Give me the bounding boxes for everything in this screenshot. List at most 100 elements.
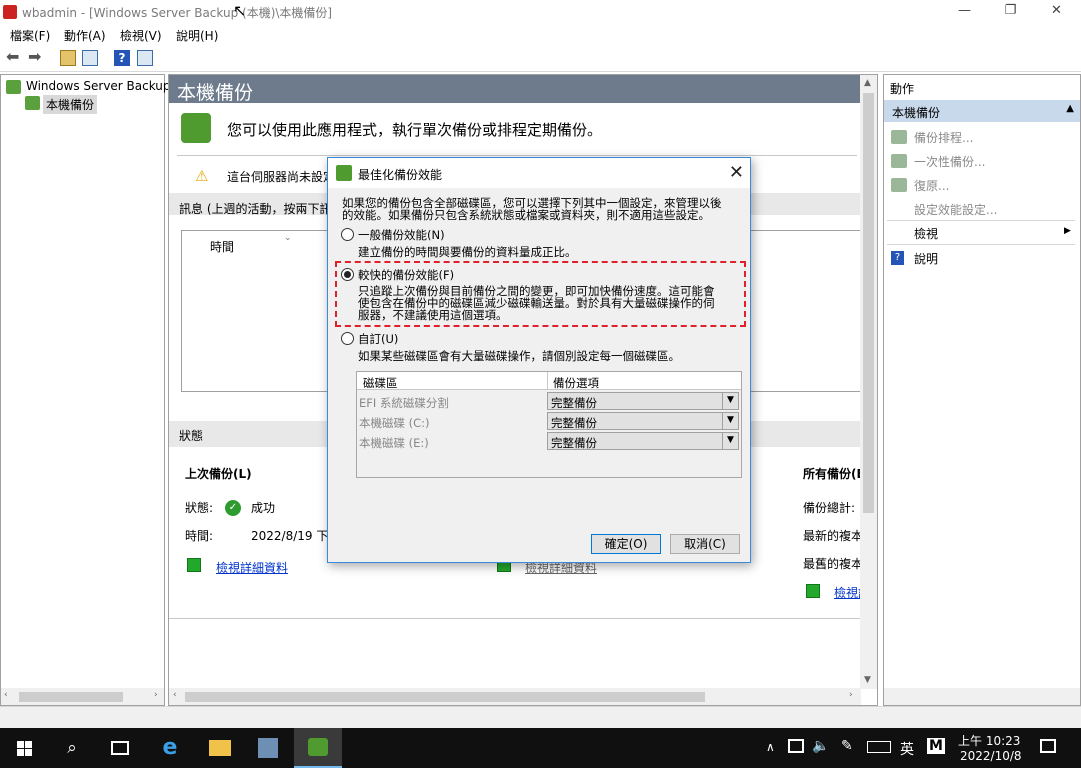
arrow-right-icon [187, 558, 201, 572]
last-backup-title: 上次備份(L) [185, 467, 252, 481]
ok-button[interactable]: 確定(O) [591, 534, 661, 554]
center-hscrollbar[interactable]: ‹ › [169, 688, 861, 705]
clock-date[interactable]: 2022/10/8 [960, 749, 1022, 763]
grid-col-volume: 磁碟區 [363, 376, 398, 390]
server-backup-icon [6, 80, 21, 94]
taskbar: ⌕ e ∧ 🔈 ✎ 英 M 上午 10:23 2022/10/8 [0, 728, 1081, 768]
volume-muted-icon[interactable]: 🔈 [812, 738, 829, 754]
page-title: 本機備份 [169, 75, 861, 104]
ime-mode[interactable]: 英 [900, 739, 914, 759]
start-button[interactable] [0, 728, 48, 768]
grid-row-option-select[interactable]: 完整備份 ▼ [547, 432, 739, 450]
maximize-button[interactable]: ❐ [988, 0, 1033, 24]
radio-normal-performance[interactable] [341, 228, 354, 241]
recover-icon [891, 178, 907, 192]
action-backup-once[interactable]: 一次性備份... [914, 153, 985, 170]
opt3-label[interactable]: 自訂(U) [358, 333, 398, 345]
menu-help[interactable]: 說明(H) [176, 27, 218, 44]
center-vscrollbar[interactable]: ▲ ▼ [860, 75, 877, 689]
dialog-titlebar: 最佳化備份效能 ✕ [328, 158, 750, 188]
dialog-close-button[interactable]: ✕ [729, 162, 744, 183]
menu-bar: 檔案(F) 動作(A) 檢視(V) 說明(H) [0, 24, 1081, 44]
actions-section-local-backup[interactable]: 本機備份 ▲ [884, 100, 1080, 122]
action-backup-schedule[interactable]: 備份排程... [914, 129, 973, 146]
newest-copy-label: 最新的複本 [803, 529, 864, 543]
internet-explorer-icon[interactable]: e [146, 728, 194, 768]
help-icon: ? [891, 251, 904, 265]
column-time[interactable]: 時間 [210, 238, 234, 255]
tree-hscrollbar[interactable]: ‹ › [1, 688, 164, 705]
file-explorer-icon[interactable] [196, 728, 244, 768]
grid-row-volume: 本機磁碟 (E:) [359, 436, 429, 450]
view-details-link[interactable]: 檢視詳細資料 [216, 559, 288, 576]
warning-text: 這台伺服器尚未設定 [227, 170, 336, 184]
forward-icon[interactable]: ➡ [28, 49, 44, 66]
grid-row-option-select[interactable]: 完整備份 ▼ [547, 412, 739, 430]
actions-pane: 動作 本機備份 ▲ 備份排程... 一次性備份... 復原... 設定效能設定.… [883, 74, 1081, 706]
help-icon[interactable]: ? [114, 50, 130, 66]
schedule-icon [891, 130, 907, 144]
search-icon[interactable]: ⌕ [48, 728, 96, 768]
opt1-label[interactable]: 一般備份效能(N) [358, 229, 445, 241]
show-hide-action-pane-icon[interactable] [137, 50, 153, 66]
action-performance-settings[interactable]: 設定效能設定... [914, 201, 997, 218]
opt2-desc-3: 服器，不建議使用這個選項。 [358, 308, 508, 322]
keyboard-icon[interactable] [867, 741, 891, 753]
local-backup-icon [25, 96, 40, 110]
cancel-button[interactable]: 取消(C) [670, 534, 740, 554]
warning-icon: ⚠ [195, 167, 209, 185]
server-manager-icon[interactable] [245, 728, 293, 768]
action-help[interactable]: 說明 [914, 250, 938, 267]
opt2-label[interactable]: 較快的備份效能(F) [358, 269, 454, 281]
tree-item-local-backup[interactable]: 本機備份 [43, 95, 98, 114]
menu-action[interactable]: 動作(A) [64, 27, 106, 44]
sort-chevron-icon: ⌄ [284, 233, 292, 243]
window-title: wbadmin - [Windows Server Backup (本機)\本機… [22, 6, 333, 20]
menu-view[interactable]: 檢視(V) [120, 27, 162, 44]
back-icon[interactable]: ⬅ [6, 49, 22, 66]
close-button[interactable]: ✕ [1034, 0, 1079, 24]
mouse-cursor-icon: ↖ [233, 1, 247, 20]
action-view[interactable]: 檢視 [914, 225, 938, 242]
all-backups-title: 所有備份(B [803, 467, 866, 481]
oldest-copy-label: 最舊的複本 [803, 557, 864, 571]
backup-taskbar-icon[interactable] [294, 728, 342, 768]
task-view-icon[interactable] [96, 728, 144, 768]
radio-custom[interactable] [341, 332, 354, 345]
app-icon [3, 5, 17, 19]
tree-root[interactable]: Windows Server Backup [26, 79, 171, 93]
arrow-right-icon [806, 584, 820, 598]
actions-header: 動作 [890, 82, 915, 96]
chevron-down-icon: ▼ [722, 413, 738, 429]
folder-up-icon[interactable] [60, 50, 76, 66]
time-label: 時間: [185, 529, 214, 543]
once-backup-icon [891, 154, 907, 168]
notification-icon[interactable] [1040, 739, 1056, 753]
action-recover[interactable]: 復原... [914, 177, 949, 194]
grid-row-volume: EFI 系統磁碟分割 [359, 396, 449, 410]
dialog-intro-2: 的效能。如果備份只包含系統狀態或檔案或資料夾，則不適用這些設定。 [342, 208, 710, 222]
toolbar: ⬅ ➡ ? [0, 44, 1081, 72]
opt1-desc: 建立備份的時間與要備份的資料量成正比。 [358, 245, 577, 259]
collapse-icon[interactable]: ▲ [1066, 103, 1074, 114]
dialog-title: 最佳化備份效能 [358, 168, 443, 182]
pen-icon[interactable]: ✎ [841, 738, 853, 754]
messages-label: 訊息 (上週的活動，按兩下訊 [179, 202, 332, 216]
grid-row-option-select[interactable]: 完整備份 ▼ [547, 392, 739, 410]
tree-pane: Windows Server Backup 本機備份 ‹ › [0, 74, 171, 706]
ime-indicator[interactable]: M [927, 738, 945, 754]
status-section: 狀態 [179, 429, 204, 443]
show-hide-tree-icon[interactable] [82, 50, 98, 66]
minimize-button[interactable]: — [942, 0, 987, 24]
radio-faster-performance[interactable] [341, 268, 354, 281]
success-icon: ✓ [225, 500, 241, 516]
submenu-arrow-icon: ▶ [1064, 226, 1071, 236]
grid-col-option: 備份選項 [553, 376, 599, 390]
menu-file[interactable]: 檔案(F) [10, 27, 50, 44]
clock-time[interactable]: 上午 10:23 [958, 732, 1020, 749]
backup-icon [336, 165, 352, 181]
show-hidden-icons-chevron-icon[interactable]: ∧ [766, 740, 775, 754]
network-icon[interactable] [788, 739, 804, 753]
status-label: 狀態: [185, 501, 214, 515]
intro-text: 您可以使用此應用程式，執行單次備份或排程定期備份。 [227, 121, 603, 139]
